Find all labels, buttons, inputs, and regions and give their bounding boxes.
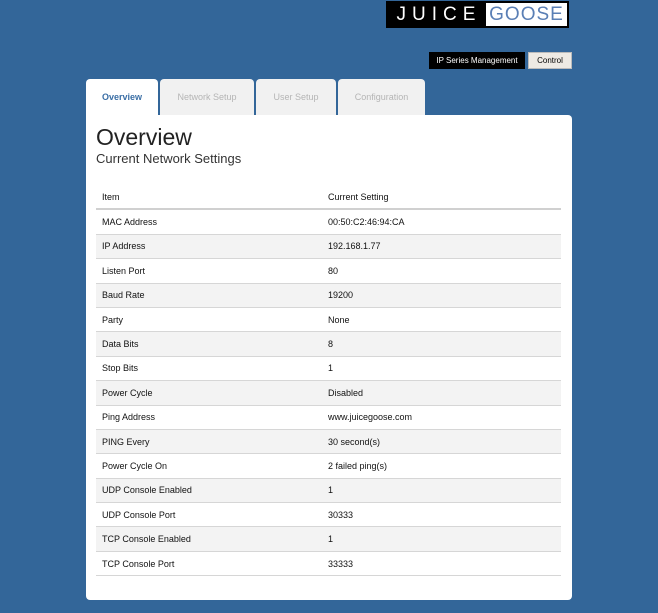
setting-name: PING Every xyxy=(102,436,150,447)
setting-value: 00:50:C2:46:94:CA xyxy=(328,217,405,228)
setting-value: 192.168.1.77 xyxy=(328,241,381,252)
setting-name: TCP Console Port xyxy=(102,558,175,569)
table-row: TCP Console Port 33333 xyxy=(96,551,561,577)
column-header-item: Item xyxy=(102,192,120,203)
tab-user-setup[interactable]: User Setup xyxy=(256,79,336,115)
tab-configuration[interactable]: Configuration xyxy=(338,79,425,115)
page: JUICE GOOSE IP Series Management Control… xyxy=(0,0,658,613)
setting-value: 1 xyxy=(328,485,334,496)
page-subtitle: Current Network Settings xyxy=(96,151,242,166)
setting-name: Ping Address xyxy=(102,412,156,423)
column-header-setting: Current Setting xyxy=(328,192,389,203)
table-row: Power Cycle On 2 failed ping(s) xyxy=(96,454,561,479)
table-row: UDP Console Enabled 1 xyxy=(96,478,561,504)
setting-name: UDP Console Port xyxy=(102,509,176,520)
setting-name: IP Address xyxy=(102,241,146,252)
table-row: UDP Console Port 30333 xyxy=(96,503,561,528)
setting-value: None xyxy=(328,314,350,325)
control-button[interactable]: Control xyxy=(528,52,572,69)
tab-bar: Overview Network Setup User Setup Config… xyxy=(86,79,427,115)
setting-value: 1 xyxy=(328,534,334,545)
setting-value: 33333 xyxy=(328,558,354,569)
setting-name: TCP Console Enabled xyxy=(102,534,191,545)
table-row: Baud Rate 19200 xyxy=(96,283,561,308)
table-row: Stop Bits 1 xyxy=(96,356,561,382)
table-header-row: Item Current Setting xyxy=(96,186,561,211)
ip-series-management-button[interactable]: IP Series Management xyxy=(429,52,525,69)
table-row: Ping Address www.juicegoose.com xyxy=(96,405,561,430)
setting-value: 19200 xyxy=(328,290,354,301)
juice-goose-logo: JUICE GOOSE xyxy=(386,1,569,28)
table-row: IP Address 192.168.1.77 xyxy=(96,234,561,260)
table-row: TCP Console Enabled 1 xyxy=(96,527,561,552)
table-row: MAC Address 00:50:C2:46:94:CA xyxy=(96,210,561,235)
setting-value: 30333 xyxy=(328,509,354,520)
settings-table: Item Current Setting MAC Address 00:50:C2… xyxy=(96,186,561,577)
setting-value: 80 xyxy=(328,265,339,276)
table-row: Data Bits 8 xyxy=(96,332,561,357)
overview-panel: Overview Current Network Settings Item C… xyxy=(86,115,572,600)
setting-name: Party xyxy=(102,314,124,325)
setting-value: 30 second(s) xyxy=(328,436,381,447)
setting-value: 8 xyxy=(328,339,334,350)
table-row: Party None xyxy=(96,307,561,333)
tab-network-setup[interactable]: Network Setup xyxy=(160,79,254,115)
setting-name: Power Cycle On xyxy=(102,460,168,471)
setting-name: MAC Address xyxy=(102,217,158,228)
setting-name: UDP Console Enabled xyxy=(102,485,192,496)
table-row: PING Every 30 second(s) xyxy=(96,429,561,455)
setting-name: Baud Rate xyxy=(102,290,145,301)
setting-name: Stop Bits xyxy=(102,363,139,374)
table-row: Listen Port 80 xyxy=(96,259,561,284)
setting-name: Power Cycle xyxy=(102,387,153,398)
setting-value: Disabled xyxy=(328,387,364,398)
table-row: Power Cycle Disabled xyxy=(96,381,561,406)
setting-value: 1 xyxy=(328,363,334,374)
setting-name: Data Bits xyxy=(102,339,139,350)
setting-value: 2 failed ping(s) xyxy=(328,460,388,471)
page-title: Overview xyxy=(96,124,192,150)
setting-name: Listen Port xyxy=(102,265,146,276)
logo-juice-text: JUICE xyxy=(396,3,482,25)
logo-goose-text: GOOSE xyxy=(486,3,567,26)
tab-overview[interactable]: Overview xyxy=(86,79,158,115)
setting-value: www.juicegoose.com xyxy=(328,412,413,423)
